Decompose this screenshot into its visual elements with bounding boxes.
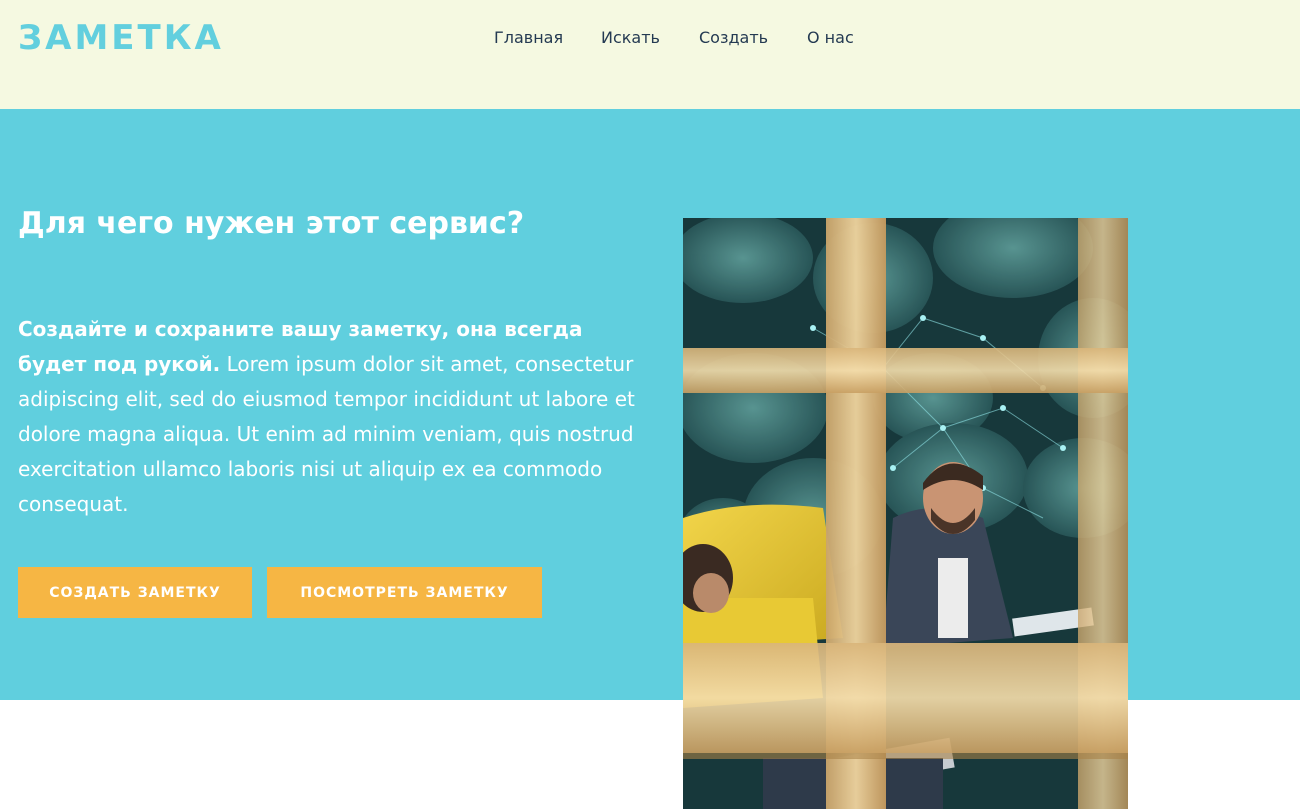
office-photo-illustration [683,218,1128,809]
hero-section: Для чего нужен этот сервис? Создайте и с… [0,109,1300,809]
nav-item-about[interactable]: О нас [807,28,854,48]
view-note-button[interactable]: ПОСМОТРЕТЬ ЗАМЕТКУ [267,567,542,618]
create-note-button[interactable]: СОЗДАТЬ ЗАМЕТКУ [18,567,252,618]
nav-item-home[interactable]: Главная [494,28,563,48]
site-header: ЗАМЕТКА Главная Искать Создать О нас [0,0,1300,109]
hero-title: Для чего нужен этот сервис? [18,206,525,241]
hero-lead-text: Lorem ipsum dolor sit amet, consectetur … [18,352,635,516]
hero-description: Создайте и сохраните вашу заметку, она в… [18,312,643,522]
site-logo[interactable]: ЗАМЕТКА [18,16,224,60]
hero-photo [683,218,1128,809]
nav-item-search[interactable]: Искать [601,28,660,48]
nav-item-create[interactable]: Создать [699,28,768,48]
